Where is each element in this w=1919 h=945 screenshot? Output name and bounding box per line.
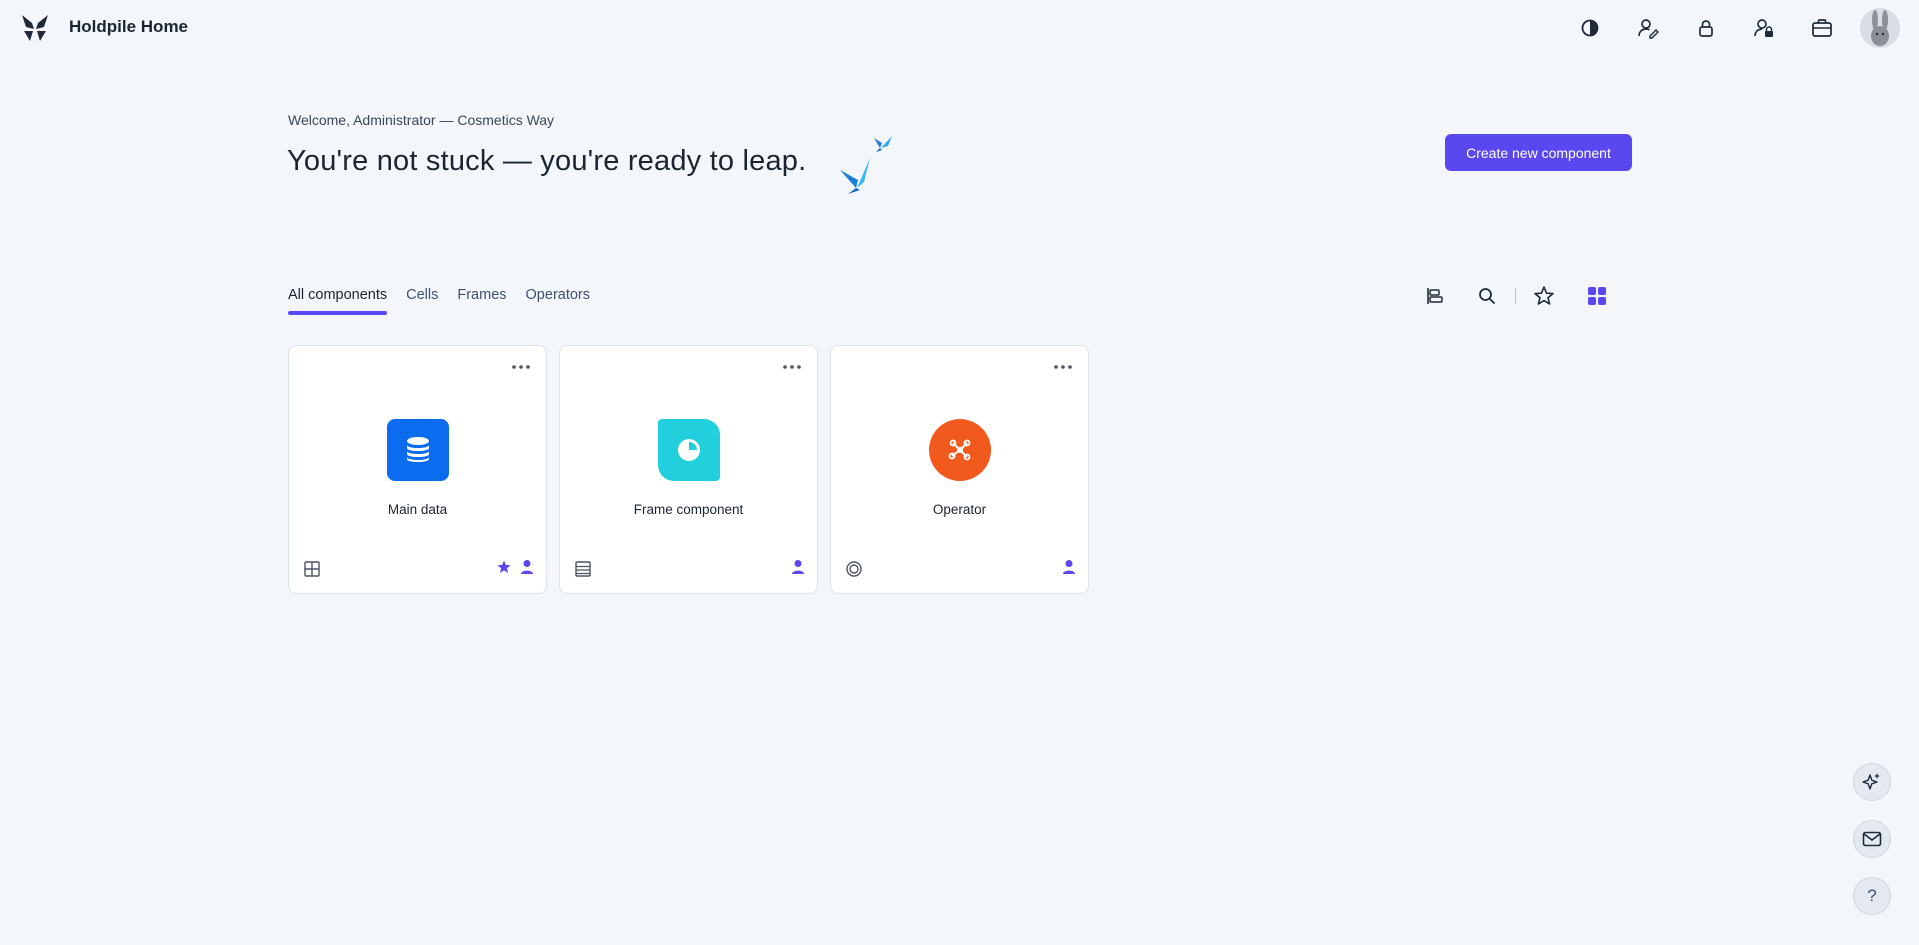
- tab-all-components[interactable]: All components: [288, 287, 388, 315]
- favorites-star-icon[interactable]: [1527, 281, 1561, 311]
- more-options-icon[interactable]: [1052, 358, 1074, 376]
- butterflies-icon: [840, 136, 892, 194]
- help-label: ?: [1867, 886, 1877, 905]
- tab-frames[interactable]: Frames: [457, 287, 506, 315]
- card-flags: [488, 559, 534, 575]
- contrast-icon[interactable]: [1570, 8, 1610, 48]
- header-actions: [1552, 8, 1900, 48]
- card-title: Frame component: [633, 502, 744, 517]
- tab-cells[interactable]: Cells: [406, 287, 438, 315]
- more-options-icon[interactable]: [781, 358, 803, 376]
- toolbar-divider: [1515, 288, 1516, 304]
- help-button[interactable]: ?: [1853, 877, 1891, 915]
- sparkle-icon: [1862, 773, 1880, 790]
- table-grid-icon: [304, 561, 320, 577]
- starred-icon[interactable]: [496, 559, 512, 575]
- owner-user-icon: [791, 559, 805, 575]
- grid-view-icon[interactable]: [1580, 281, 1614, 311]
- mail-icon: [1862, 831, 1882, 847]
- network-icon: [929, 419, 991, 481]
- lock-icon[interactable]: [1686, 8, 1726, 48]
- frame-list-icon: [575, 561, 591, 577]
- more-options-icon[interactable]: [510, 358, 532, 376]
- card-flags: [783, 559, 805, 575]
- user-edit-icon[interactable]: [1628, 8, 1668, 48]
- messages-button[interactable]: [1853, 820, 1891, 858]
- card-title: Main data: [387, 502, 448, 517]
- component-tabs: All components Cells Frames Operators: [288, 287, 609, 315]
- page-headline: You're not stuck — you're ready to leap.: [287, 145, 807, 177]
- welcome-text: Welcome, Administrator — Cosmetics Way: [288, 112, 555, 128]
- view-toolbar: [1418, 281, 1614, 311]
- briefcase-icon[interactable]: [1802, 8, 1842, 48]
- create-component-button[interactable]: Create new component: [1445, 134, 1632, 171]
- user-avatar[interactable]: [1860, 8, 1900, 48]
- sort-icon[interactable]: [1418, 281, 1452, 311]
- holdpile-logo[interactable]: [20, 14, 50, 42]
- pie-chart-icon: [658, 419, 720, 481]
- component-card-main-data[interactable]: Main data: [288, 345, 547, 594]
- tab-operators[interactable]: Operators: [526, 287, 590, 315]
- operator-ring-icon: [846, 561, 862, 577]
- component-cards: Main data Frame component Operator: [288, 345, 1101, 594]
- owner-user-icon: [520, 559, 534, 575]
- top-bar: Holdpile Home: [0, 0, 1919, 56]
- component-card-operator[interactable]: Operator: [830, 345, 1089, 594]
- rabbit-avatar-icon: [1871, 10, 1889, 46]
- card-flags: [1054, 559, 1076, 575]
- owner-user-icon: [1062, 559, 1076, 575]
- component-card-frame[interactable]: Frame component: [559, 345, 818, 594]
- database-icon: [387, 419, 449, 481]
- app-title: Holdpile Home: [69, 17, 189, 36]
- user-lock-icon[interactable]: [1744, 8, 1784, 48]
- search-icon[interactable]: [1470, 281, 1504, 311]
- card-title: Operator: [932, 502, 987, 517]
- ai-assistant-button[interactable]: [1853, 763, 1891, 801]
